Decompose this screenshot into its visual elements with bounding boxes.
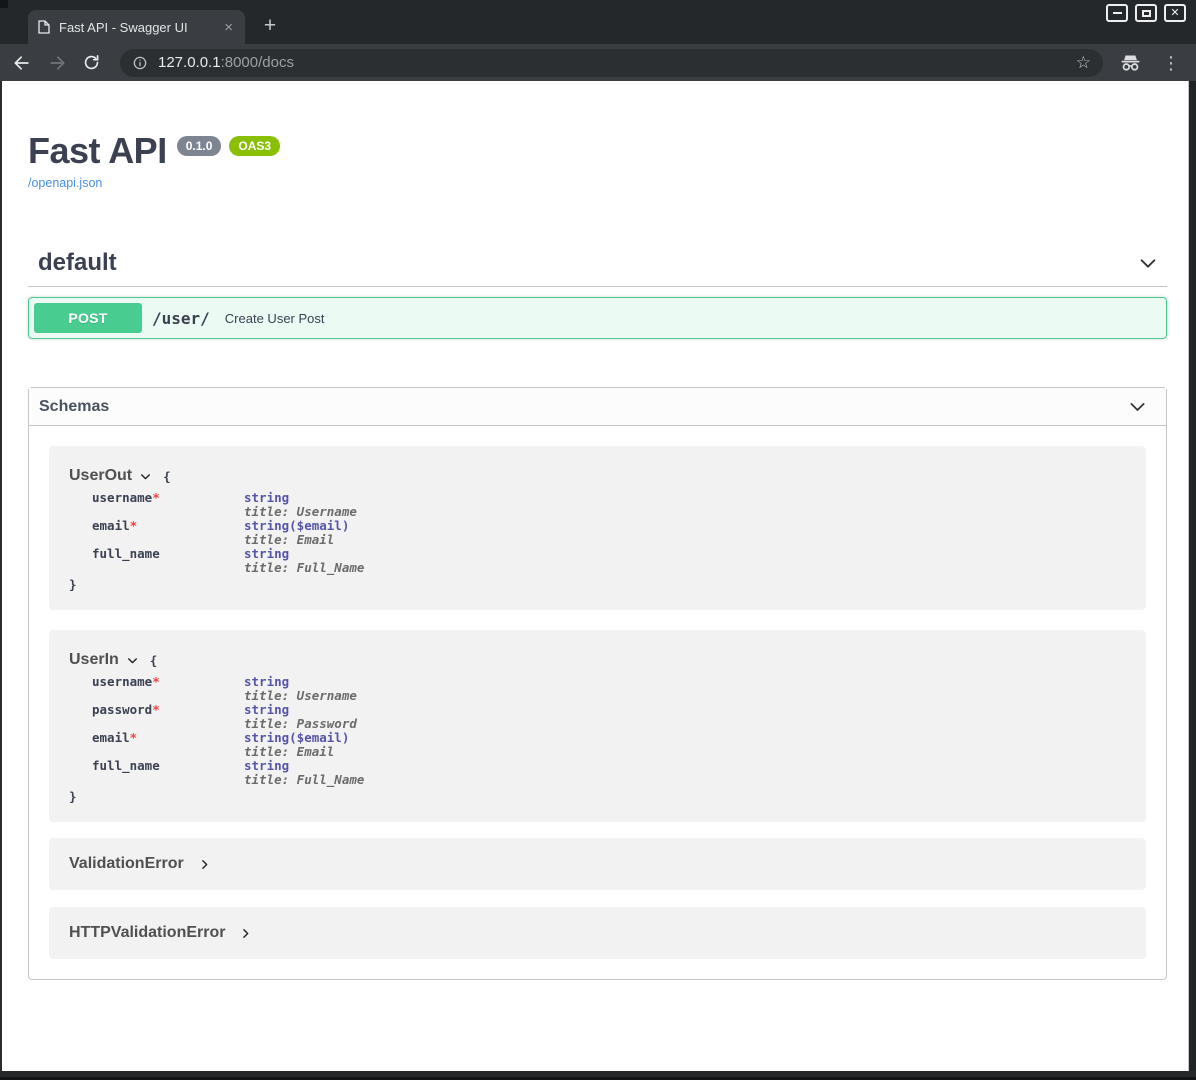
browser-tab[interactable]: Fast API - Swagger UI × [28, 10, 245, 44]
model-userin: UserIn { username* string title: Usernam… [49, 630, 1146, 822]
schemas-heading: Schemas [39, 398, 109, 416]
bookmark-star-icon[interactable]: ☆ [1076, 54, 1091, 71]
url-path: :8000/docs [221, 54, 294, 71]
chevron-down-icon[interactable] [1137, 252, 1159, 274]
chevron-down-icon[interactable] [139, 470, 152, 483]
brace-open: { [163, 469, 171, 484]
model-title[interactable]: UserOut [69, 467, 132, 485]
property-title: title: Password [244, 717, 364, 731]
property-title: title: Username [244, 689, 364, 703]
property-name: email [92, 518, 130, 533]
model-title[interactable]: ValidationError [69, 855, 184, 873]
property-type: string($email) [244, 731, 364, 745]
property-title: title: Email [244, 533, 364, 547]
api-info-section: Fast API 0.1.0 OAS3 /openapi.json [28, 81, 1167, 190]
property-name: full_name [92, 758, 160, 773]
property-type: string [244, 759, 364, 773]
back-button[interactable] [12, 53, 32, 73]
required-star: * [130, 730, 138, 745]
property-type: string [244, 547, 364, 561]
property-row: username* string title: Username [92, 675, 364, 703]
required-star: * [152, 674, 160, 689]
schemas-header[interactable]: Schemas [29, 388, 1166, 426]
minimize-button[interactable] [1106, 4, 1128, 22]
required-star: * [130, 518, 138, 533]
close-icon: ✕ [1170, 8, 1179, 19]
property-title: title: Full_Name [244, 773, 364, 787]
new-tab-button[interactable]: + [256, 12, 284, 40]
incognito-icon [1118, 50, 1143, 75]
brace-open: { [150, 653, 158, 668]
model-validationerror[interactable]: ValidationError [49, 838, 1146, 890]
property-name: username [92, 674, 152, 689]
tag-section-default[interactable]: default [28, 236, 1167, 287]
oas-badge: OAS3 [229, 136, 280, 156]
property-row: full_name string title: Full_Name [92, 547, 364, 575]
window-corner [0, 0, 8, 8]
operation-path: /user/ [152, 309, 210, 328]
brace-close: } [69, 578, 1126, 592]
version-badge: 0.1.0 [177, 136, 222, 156]
property-type: string [244, 703, 364, 717]
window-frame-left [0, 81, 2, 1071]
close-tab-icon[interactable]: × [222, 20, 235, 35]
url-host: 127.0.0.1 [158, 54, 221, 71]
property-type: string [244, 491, 364, 505]
api-title: Fast API [28, 133, 167, 169]
property-row: full_name string title: Full_Name [92, 759, 364, 787]
page-document-icon [38, 20, 50, 34]
browser-toolbar: 127.0.0.1:8000/docs ☆ ⋮ [0, 44, 1196, 81]
property-row: username* string title: Username [92, 491, 364, 519]
swagger-page: Fast API 0.1.0 OAS3 /openapi.json defaul… [2, 81, 1188, 1071]
close-window-button[interactable]: ✕ [1164, 4, 1186, 22]
model-title[interactable]: UserIn [69, 651, 119, 669]
property-name: full_name [92, 546, 160, 561]
property-name: email [92, 730, 130, 745]
openapi-spec-link[interactable]: /openapi.json [28, 176, 1167, 190]
property-type: string($email) [244, 519, 364, 533]
brace-close: } [69, 790, 1126, 804]
chevron-right-icon[interactable] [198, 858, 211, 871]
chevron-right-icon[interactable] [239, 927, 252, 940]
property-title: title: Email [244, 745, 364, 759]
forward-button[interactable] [47, 53, 67, 73]
window-frame-right [1188, 81, 1196, 1071]
reload-button[interactable] [82, 53, 101, 72]
model-httpvalidationerror[interactable]: HTTPValidationError [49, 907, 1146, 959]
model-userout: UserOut { username* string title: Userna… [49, 446, 1146, 610]
maximize-button[interactable] [1135, 4, 1157, 22]
url-bar[interactable]: 127.0.0.1:8000/docs ☆ [120, 49, 1103, 77]
browser-tabstrip: Fast API - Swagger UI × + ✕ [0, 0, 1196, 44]
tag-name: default [38, 249, 117, 277]
window-controls: ✕ [1106, 4, 1186, 22]
property-type: string [244, 675, 364, 689]
post-method-button[interactable]: POST [34, 303, 142, 333]
model-title[interactable]: HTTPValidationError [69, 924, 225, 942]
property-row: email* string($email) title: Email [92, 731, 364, 759]
property-title: title: Username [244, 505, 364, 519]
site-info-icon[interactable] [132, 55, 148, 71]
property-row: email* string($email) title: Email [92, 519, 364, 547]
operation-summary: Create User Post [225, 311, 325, 326]
chevron-down-icon[interactable] [1127, 396, 1148, 417]
property-title: title: Full_Name [244, 561, 364, 575]
maximize-icon [1142, 10, 1151, 17]
window-frame-bottom [0, 1071, 1196, 1080]
property-name: username [92, 490, 152, 505]
required-star: * [152, 702, 160, 717]
opblock-post-user[interactable]: POST /user/ Create User Post [28, 297, 1167, 339]
tab-title: Fast API - Swagger UI [59, 20, 213, 35]
minimize-icon [1113, 12, 1122, 14]
browser-menu-button[interactable]: ⋮ [1158, 54, 1184, 72]
url-text: 127.0.0.1:8000/docs [158, 54, 294, 71]
property-name: password [92, 702, 152, 717]
property-row: password* string title: Password [92, 703, 364, 731]
schemas-section: Schemas UserOut { [28, 387, 1167, 980]
chevron-down-icon[interactable] [126, 654, 139, 667]
required-star: * [152, 490, 160, 505]
